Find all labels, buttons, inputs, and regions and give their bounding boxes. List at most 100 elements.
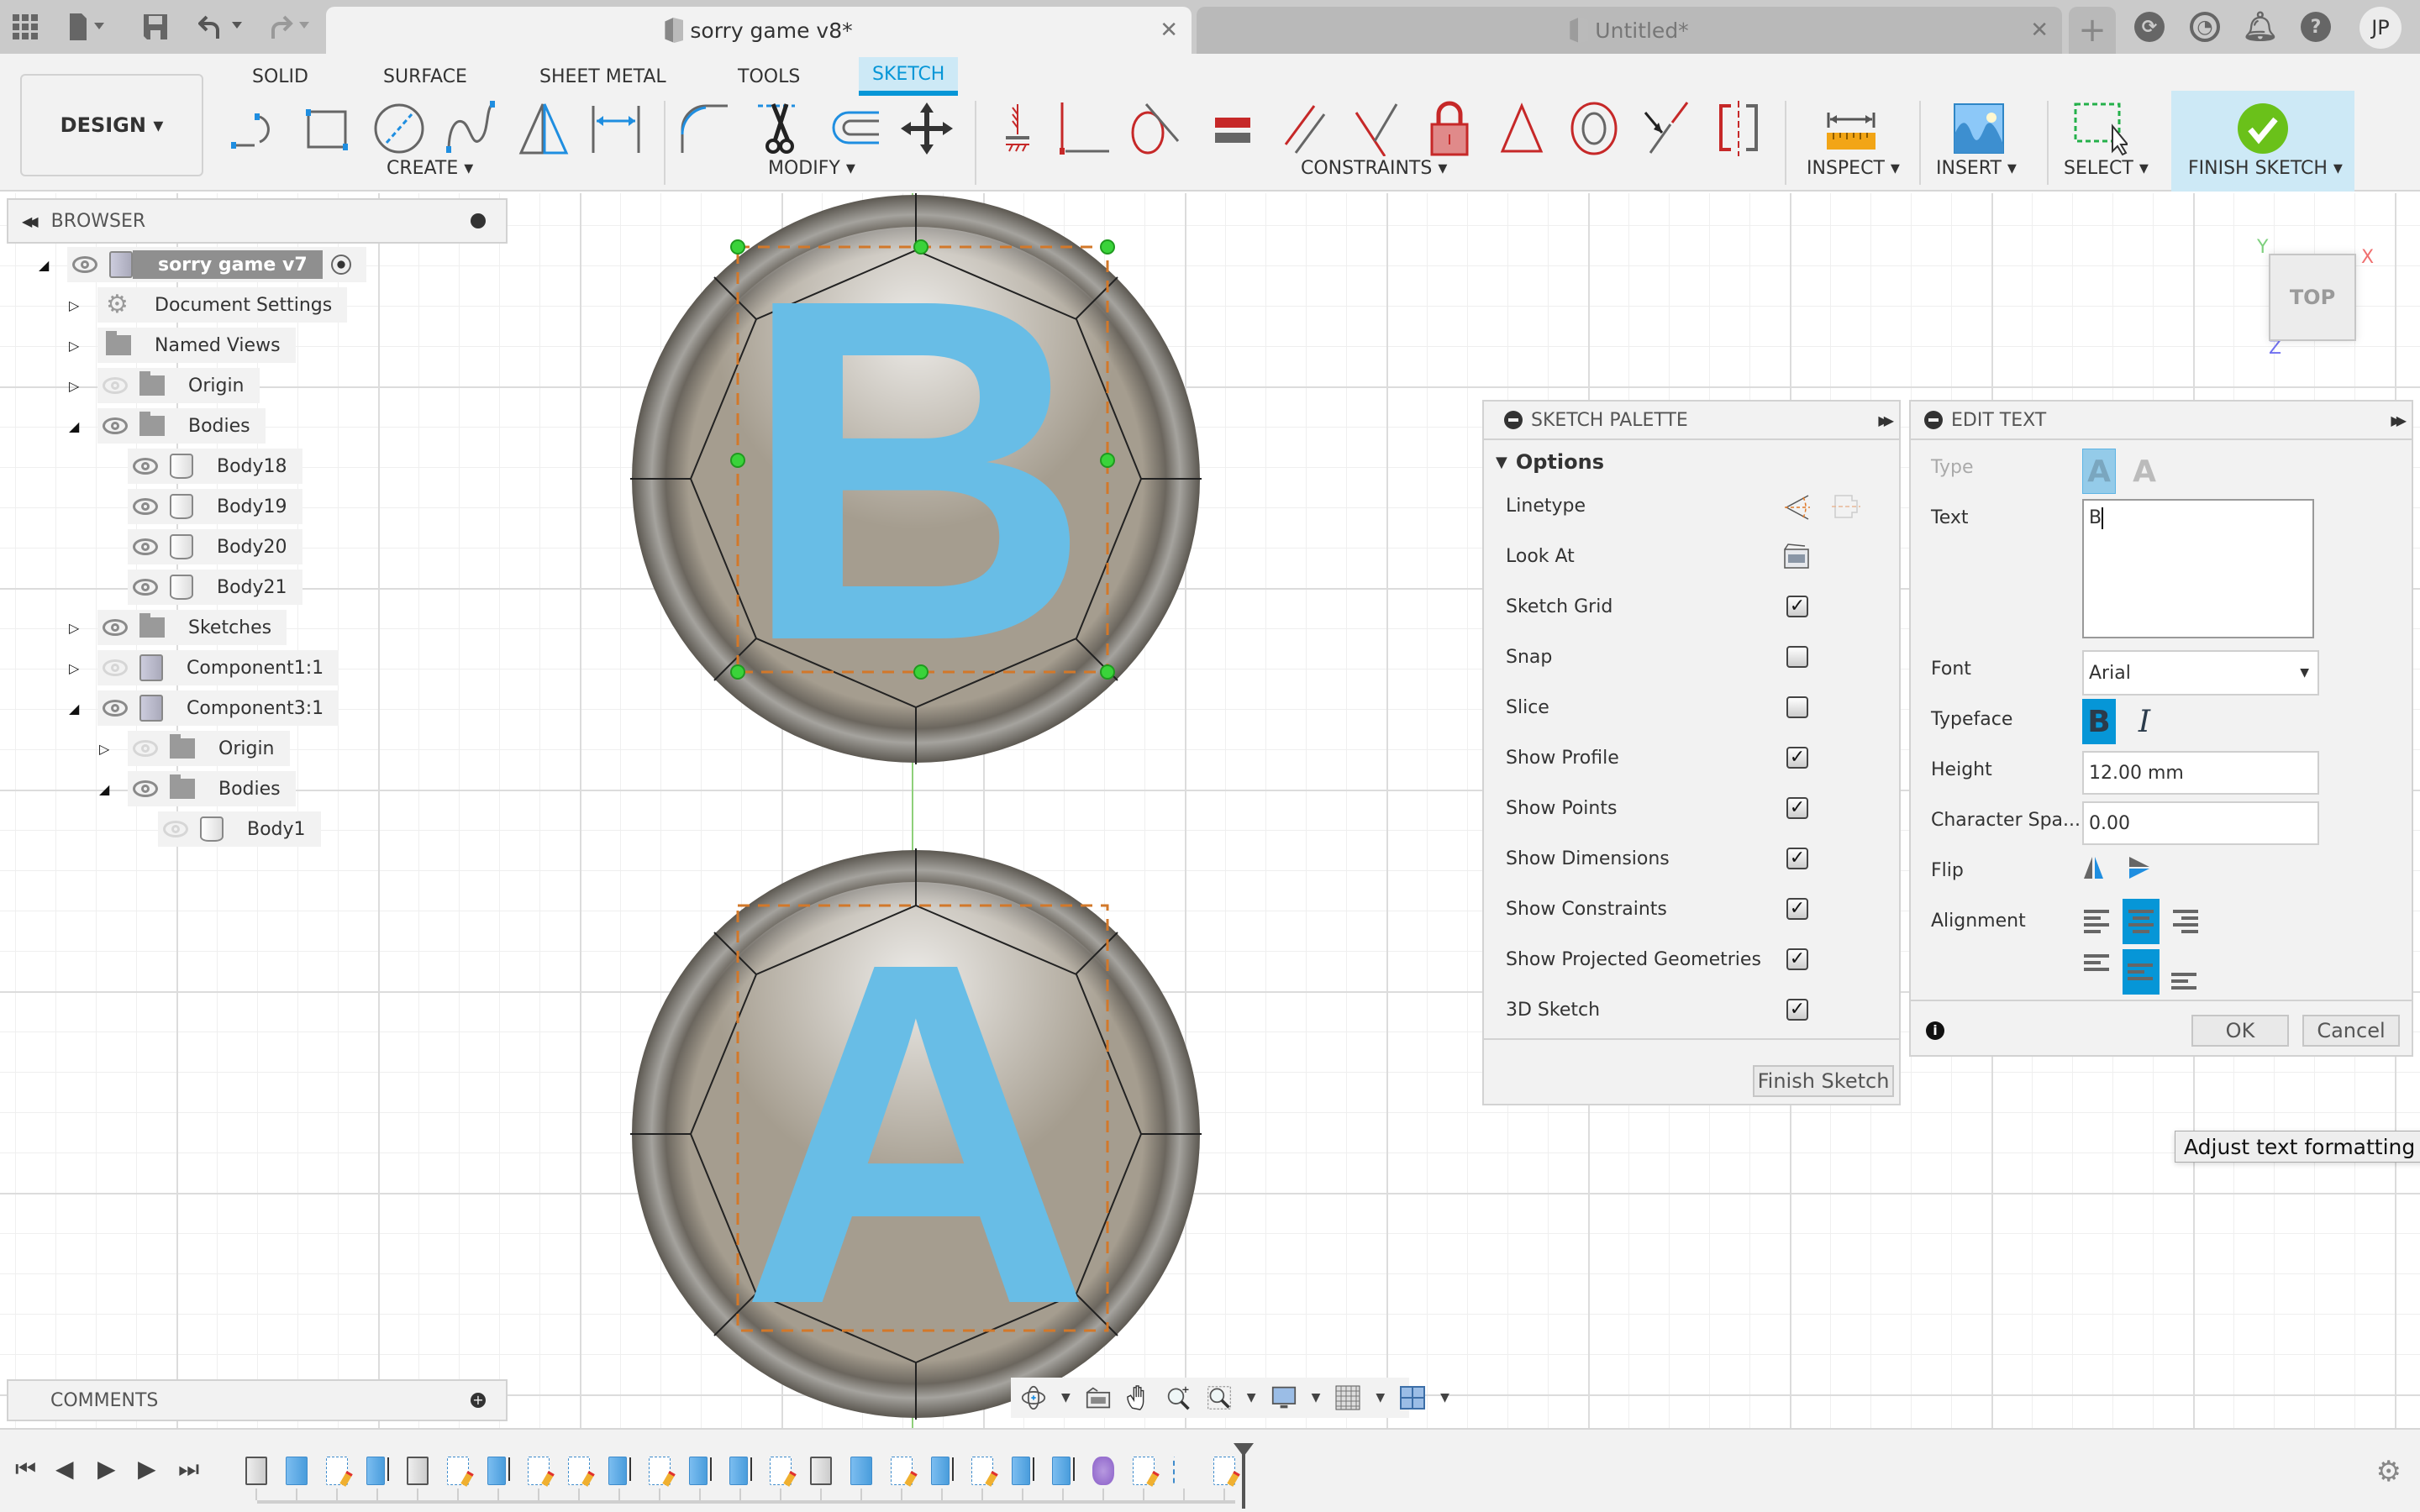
display-settings-icon[interactable] (1271, 1385, 1297, 1410)
concentric-constraint-icon[interactable] (1566, 101, 1622, 156)
timeline-extrude-feature[interactable] (487, 1457, 510, 1485)
timeline-extrude-feature[interactable] (366, 1457, 389, 1485)
browser-item-pill[interactable]: Body19 (128, 489, 302, 524)
parallel-constraint-icon[interactable] (1277, 101, 1333, 156)
visibility-eye-icon[interactable] (103, 417, 128, 434)
token-a[interactable]: A (630, 848, 1202, 1420)
hidden-eye-icon[interactable] (103, 659, 128, 676)
browser-item[interactable]: Body21 (128, 570, 302, 605)
browser-item-pill[interactable]: Body21 (128, 570, 302, 605)
browser-pin-icon[interactable] (471, 213, 486, 228)
token-b[interactable]: B (630, 193, 1202, 764)
create-menu[interactable]: CREATE ▾ (387, 158, 473, 179)
constraints-menu[interactable]: CONSTRAINTS ▾ (1301, 158, 1447, 179)
browser-item-pill[interactable]: ⚙ Document Settings (97, 287, 348, 323)
hidden-eye-icon[interactable] (133, 740, 158, 757)
collinear-constraint-icon[interactable] (1639, 101, 1694, 156)
notifications-icon[interactable]: 🔔︎ (2242, 10, 2278, 44)
finish-sketch-icon[interactable] (2235, 101, 2291, 156)
browser-item-pill[interactable]: Origin (97, 368, 260, 403)
grid-snaps-icon[interactable] (1335, 1385, 1360, 1410)
timeline-last-icon[interactable]: ⏭ (178, 1455, 199, 1483)
text-input[interactable]: B (2082, 499, 2314, 638)
text-type-straight-button[interactable]: A (2082, 449, 2116, 494)
help-icon[interactable]: ? (2301, 12, 2331, 42)
browser-item[interactable]: Body20 (128, 529, 302, 564)
move-copy-tool-icon[interactable] (899, 101, 955, 156)
expand-arrow-icon[interactable]: ▷ (69, 297, 79, 313)
browser-item-pill[interactable]: Sketches (97, 610, 287, 645)
align-bottom-icon[interactable] (2166, 949, 2203, 995)
expand-arrow-icon[interactable]: ▷ (69, 620, 79, 636)
ok-button[interactable]: OK (2191, 1015, 2289, 1047)
tangent-constraint-icon[interactable] (1126, 101, 1181, 156)
timeline-sketch-feature[interactable] (891, 1457, 913, 1485)
expand-arrow-icon[interactable]: ▷ (69, 338, 79, 354)
close-tab-icon[interactable]: ✕ (1160, 18, 1178, 43)
redo-icon[interactable] (266, 12, 316, 42)
fit-icon[interactable] (1207, 1385, 1232, 1410)
timeline-body-white-feature[interactable] (245, 1457, 267, 1485)
pan-icon[interactable] (1126, 1385, 1151, 1410)
timeline-sketch-feature[interactable] (649, 1457, 671, 1485)
timeline-marker[interactable] (1234, 1443, 1254, 1509)
sketch-dimension-icon[interactable] (588, 101, 644, 156)
file-icon[interactable] (69, 12, 111, 42)
browser-item-pill[interactable]: Component1:1 (97, 650, 339, 685)
timeline-sketch-feature[interactable] (568, 1457, 590, 1485)
tab-sheet-metal[interactable]: SHEET METAL (526, 57, 680, 96)
collapse-arrow-icon[interactable]: ◢ (69, 701, 79, 717)
add-comment-icon[interactable]: + (471, 1393, 486, 1408)
browser-item-pill[interactable]: sorry game v7 (67, 247, 366, 282)
collapse-palette-icon[interactable] (1504, 411, 1523, 429)
tab-surface[interactable]: SURFACE (370, 57, 481, 96)
palette-option-checkbox[interactable] (1786, 646, 1808, 668)
text-type-path-button[interactable]: A (2128, 449, 2161, 494)
expand-dialog-icon[interactable]: ▶▶ (2391, 412, 2406, 428)
viewports-icon[interactable] (1400, 1385, 1426, 1410)
browser-item[interactable]: ◢ sorry game v7 (39, 247, 366, 282)
horizontal-vertical-constraint-icon[interactable] (990, 101, 1045, 156)
browser-item[interactable]: ▷ Component1:1 (69, 650, 339, 685)
workspace-switcher[interactable]: DESIGN ▾ (20, 74, 203, 176)
info-icon[interactable]: i (1926, 1021, 1944, 1040)
display-dropdown-icon[interactable]: ▼ (1312, 1385, 1321, 1410)
view-cube[interactable]: TOP (2269, 254, 2356, 341)
align-top-icon[interactable] (2079, 949, 2116, 995)
browser-item-pill[interactable]: Bodies (97, 408, 266, 444)
font-select[interactable]: Arial ▼ (2082, 650, 2319, 696)
midpoint-constraint-icon[interactable] (1494, 101, 1549, 156)
collapse-arrow-icon[interactable]: ◢ (39, 257, 49, 273)
align-left-icon[interactable] (2079, 899, 2116, 944)
insert-canvas-icon[interactable] (1951, 101, 2007, 156)
fillet-tool-icon[interactable] (677, 101, 733, 156)
timeline-body-blue-feature[interactable] (850, 1457, 872, 1485)
browser-item-pill[interactable]: Bodies (128, 771, 296, 806)
flip-vertical-icon[interactable] (2128, 855, 2151, 884)
browser-item[interactable]: ▷ ⚙ Document Settings (69, 287, 348, 323)
browser-item-pill[interactable]: Component3:1 (97, 690, 339, 726)
timeline-extrude-feature[interactable] (1052, 1457, 1075, 1485)
equal-constraint-icon[interactable] (1205, 101, 1260, 156)
visibility-eye-icon[interactable] (133, 780, 158, 797)
timeline-sketch-feature[interactable] (528, 1457, 550, 1485)
look-at-icon[interactable] (1086, 1385, 1111, 1410)
browser-item[interactable]: ◢ Component3:1 (69, 690, 339, 726)
palette-option-checkbox[interactable]: ✓ (1786, 747, 1808, 769)
browser-item-pill[interactable]: Origin (128, 731, 290, 766)
expand-arrow-icon[interactable]: ▷ (69, 378, 79, 394)
expand-arrow-icon[interactable]: ▷ (99, 741, 109, 757)
tab-solid[interactable]: SOLID (239, 57, 322, 96)
collapse-arrow-icon[interactable]: ◢ (69, 418, 79, 434)
centerline-linetype-icon[interactable] (1832, 492, 1860, 524)
visibility-eye-icon[interactable] (72, 256, 97, 273)
browser-item[interactable]: ◢ Bodies (99, 771, 296, 806)
timeline-sketch-feature[interactable] (1133, 1457, 1155, 1485)
new-tab-button[interactable]: + (2069, 7, 2116, 54)
browser-item[interactable]: Body18 (128, 449, 302, 484)
job-status-icon[interactable]: ◔ (2190, 12, 2220, 42)
palette-option-checkbox[interactable]: ✓ (1786, 848, 1808, 869)
coincident-constraint-icon[interactable] (1057, 101, 1113, 156)
fix-unfix-constraint-icon[interactable] (1422, 101, 1477, 156)
browser-item-pill[interactable]: Body1 (158, 811, 321, 847)
